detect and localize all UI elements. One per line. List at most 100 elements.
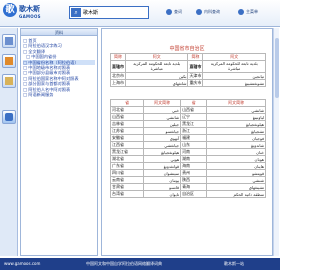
vertical-scrollbar[interactable] — [273, 28, 279, 256]
table-cell: تشجيانغ — [206, 127, 266, 135]
table-row: 黑龙江省 هيلونغجيانغ 河南 خنان — [109, 148, 266, 156]
table-cell: 山西省 — [109, 113, 145, 121]
table-cell: 台湾省 — [109, 190, 145, 198]
table-cell: 海南 — [180, 162, 208, 170]
table-cell: 安徽省 — [109, 134, 145, 142]
search-input[interactable] — [83, 8, 147, 17]
table-cell: 河南 — [180, 148, 208, 156]
toc-panel: 资料 □ 首页 □ 阿拉伯语汉字练习 □ 全文翻译 □ 中国国内省份 □ 中国省… — [20, 28, 98, 256]
table-cell: فوجيان — [206, 134, 266, 142]
table-cell: 黑龙江省 — [109, 148, 145, 156]
globe-icon — [196, 9, 202, 15]
table-cell: 直辖市 — [187, 60, 204, 73]
table-row: 湖北省 هوبي 湖南 هونان — [109, 155, 266, 163]
table-cell: تشونغتشينغ — [202, 79, 266, 87]
table-cell: هوبي — [143, 155, 182, 163]
main-menu-link[interactable]: 主菜单 — [238, 9, 258, 15]
province-table-body: 河北省 خبي 山西省 شانشي 山西省 شانشي 辽宁 لياونينغ 吉林省 جيلين… — [109, 106, 266, 198]
column-header: 简称 — [110, 53, 126, 61]
table-cell: 湖南 — [180, 155, 208, 163]
top-bar: 歌 歌木斯 GAMOOS ⌕ 查词 内科查询 主菜单 — [0, 0, 280, 27]
bookmark-icon — [5, 57, 13, 65]
table-cell: 四川省 — [109, 169, 145, 177]
chat-icon — [5, 113, 13, 121]
search-icon[interactable]: ⌕ — [71, 8, 81, 17]
table-cell: شانشي — [143, 113, 182, 121]
table-cell: جيانغشي — [143, 141, 182, 149]
table-cell: 直辖市 — [110, 60, 126, 73]
table-row: 安徽省 آنهوي 福建 فوجيان — [109, 134, 266, 142]
table-cell: شانغهاي — [124, 79, 189, 87]
book-icon — [166, 9, 172, 15]
table-cell: جيانغسو — [143, 127, 182, 135]
table-cell: شانشي — [206, 106, 266, 114]
app-logo[interactable]: 歌 歌木斯 GAMOOS — [3, 3, 47, 23]
chat-tool-button[interactable] — [2, 110, 16, 124]
column-header: 阿文简称 — [206, 99, 266, 107]
logo-mark: 歌 — [3, 3, 17, 17]
lookup-link[interactable]: 查词 — [166, 9, 182, 15]
table-cell: بكين — [124, 72, 189, 80]
table-cell: قويتشو — [206, 169, 266, 177]
table-row: 北京市 بكين 天津市 تيانجين — [110, 72, 266, 80]
medical-search-link[interactable]: 内科查询 — [196, 9, 220, 15]
table-row: 甘肃省 قانسو 青海 تشينغهاي — [109, 183, 266, 191]
table-cell: 上海市 — [110, 79, 126, 87]
table-cell: قانسو — [143, 183, 182, 191]
toc-item[interactable]: □ 阿语新闻服务 — [23, 92, 95, 97]
toc-tool-button[interactable] — [2, 34, 16, 48]
table-header-row: 简称 阿文 简称 阿文 — [110, 53, 266, 61]
toc-header: 资料 — [21, 29, 97, 36]
column-header: 简称 — [187, 53, 204, 61]
table-cell: 吉林省 — [109, 120, 145, 128]
table-cell: 福建 — [180, 134, 208, 142]
table-cell: 北京市 — [110, 72, 126, 80]
table-cell: تايوان — [143, 190, 182, 198]
status-bar: www.gamoos.com 中国阿文和中国自学阿拉伯语网络翻译词典 歌木斯一站 — [0, 258, 280, 270]
table-cell: تشينغهاي — [206, 183, 266, 191]
toc-list: □ 首页 □ 阿拉伯语汉字练习 □ 全文翻译 □ 中国国内省份 □ 中国省份名称… — [21, 36, 97, 99]
table-row: 广东省 قوانغدونغ 海南 هاينان — [109, 162, 266, 170]
page-title: 中国省市自治区 — [169, 46, 205, 52]
table-cell: 自治区 — [180, 190, 208, 198]
table-row: 上海市 شانغهاي 重庆市 تشونغتشينغ — [110, 79, 266, 87]
table-row: 吉林省 جيلين 黑龙江 هيلونغجيانغ — [109, 120, 266, 128]
logo-text: 歌木斯 — [19, 5, 40, 13]
column-header: 省 — [109, 99, 145, 107]
table-cell: 浙江 — [180, 127, 208, 135]
table-cell: 山东 — [180, 141, 208, 149]
status-middle-text: 中国阿文和中国自学阿拉伯语网络翻译词典 — [86, 261, 162, 266]
search-box[interactable]: ⌕ — [69, 6, 149, 19]
status-left-text: www.gamoos.com — [4, 261, 41, 266]
table-cell: 甘肃省 — [109, 183, 145, 191]
table-cell: خبي — [143, 106, 182, 114]
municipality-table: 简称 阿文 简称 阿文 直辖市 بلدية تابعة للحكومة المر… — [110, 53, 266, 87]
table-cell: هاينان — [206, 162, 266, 170]
table-cell: سيتشوان — [143, 169, 182, 177]
logo-subtext: GAMOOS — [19, 14, 41, 19]
table-cell: شنشي — [206, 176, 266, 184]
column-header: 省 — [180, 99, 208, 107]
scrollbar-thumb[interactable] — [275, 38, 279, 98]
table-cell: 河北省 — [109, 106, 145, 114]
table-cell: 黑龙江 — [180, 120, 208, 128]
table-cell: 山西省 — [180, 106, 208, 114]
table-row: 河北省 خبي 山西省 شانشي — [109, 106, 266, 114]
table-cell: 江西省 — [109, 141, 145, 149]
table-cell: هيلونغجيانغ — [206, 120, 266, 128]
table-row: 四川省 سيتشوان 贵州 قويتشو — [109, 169, 266, 177]
table-cell: شاندونغ — [206, 141, 266, 149]
table-cell: 辽宁 — [180, 113, 208, 121]
notes-tool-button[interactable] — [2, 74, 16, 88]
province-table: 省 阿文简称 省 阿文简称 河北省 خبي 山西省 شانشي 山西省 شانشي 辽宁 لي… — [109, 99, 266, 198]
bookmark-tool-button[interactable] — [2, 54, 16, 68]
table-cell: 贵州 — [180, 169, 208, 177]
table-cell: آنهوي — [143, 134, 182, 142]
table-cell: 重庆市 — [187, 79, 204, 87]
table-cell: منطقة ذاتية الحكم — [206, 190, 266, 198]
table-cell: خنان — [206, 148, 266, 156]
table-cell: 青海 — [180, 183, 208, 191]
table-cell: 广东省 — [109, 162, 145, 170]
content-pane: 中国省市自治区 简称 阿文 简称 阿文 直辖市 بلدية تابعة للحك… — [101, 28, 273, 256]
table-cell: 云南省 — [109, 176, 145, 184]
